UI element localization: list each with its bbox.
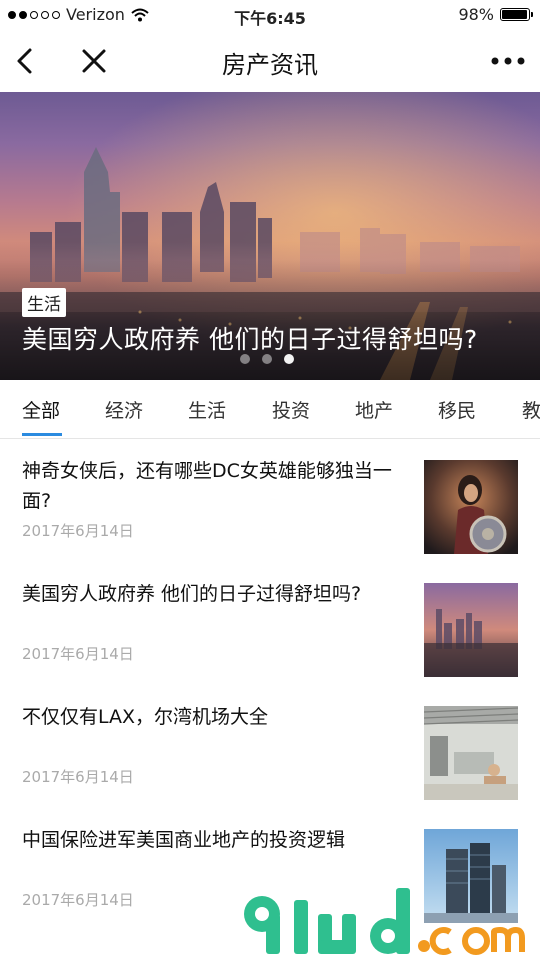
article-title[interactable]: 美国穷人政府养 他们的日子过得舒坦吗? [22, 579, 407, 609]
list-item[interactable]: 美国穷人政府养 他们的日子过得舒坦吗? 2017年6月14日 [0, 561, 540, 684]
carousel-dot[interactable] [240, 354, 250, 364]
article-thumbnail[interactable] [424, 460, 518, 554]
article-date: 2017年6月14日 [22, 522, 134, 540]
hero-banner[interactable]: 生活 美国穷人政府养 他们的日子过得舒坦吗? [0, 92, 540, 380]
tab-life[interactable]: 生活 [188, 396, 226, 423]
article-title[interactable]: 中国保险进军美国商业地产的投资逻辑 [22, 825, 407, 855]
back-icon[interactable] [10, 43, 46, 79]
category-tabs: 全部 经济 生活 投资 地产 移民 教 [0, 380, 540, 439]
article-date: 2017年6月14日 [22, 768, 134, 786]
list-item[interactable]: 神奇女侠后，还有哪些DC女英雄能够独当一面? 2017年6月14日 [0, 438, 540, 561]
battery-icon [500, 8, 533, 21]
active-tab-indicator [22, 433, 62, 436]
battery-area: 98% [458, 5, 533, 24]
carousel-dot-active[interactable] [284, 354, 294, 364]
article-thumbnail[interactable] [424, 706, 518, 800]
carousel-indicator [240, 354, 294, 364]
nav-bar: 房产资讯 [0, 30, 540, 92]
more-options-icon[interactable] [488, 48, 528, 74]
status-bar: Verizon 下午6:45 98% [0, 0, 540, 30]
article-date: 2017年6月14日 [22, 891, 134, 909]
tab-real-estate[interactable]: 地产 [355, 396, 393, 423]
close-icon[interactable] [76, 43, 112, 79]
site-watermark-logo [244, 888, 525, 955]
article-date: 2017年6月14日 [22, 645, 134, 663]
hero-category-tag: 生活 [22, 288, 66, 317]
carousel-dot[interactable] [262, 354, 272, 364]
article-title[interactable]: 不仅仅有LAX，尔湾机场大全 [22, 702, 407, 732]
hero-title[interactable]: 美国穷人政府养 他们的日子过得舒坦吗? [22, 320, 478, 356]
tab-investment[interactable]: 投资 [272, 396, 310, 423]
tab-economy[interactable]: 经济 [105, 396, 143, 423]
battery-percent: 98% [458, 5, 494, 24]
article-title[interactable]: 神奇女侠后，还有哪些DC女英雄能够独当一面? [22, 456, 407, 516]
tab-immigration[interactable]: 移民 [438, 396, 476, 423]
list-item[interactable]: 不仅仅有LAX，尔湾机场大全 2017年6月14日 [0, 684, 540, 807]
tab-education[interactable]: 教 [522, 396, 540, 423]
tab-all[interactable]: 全部 [22, 396, 60, 423]
article-thumbnail[interactable] [424, 583, 518, 677]
